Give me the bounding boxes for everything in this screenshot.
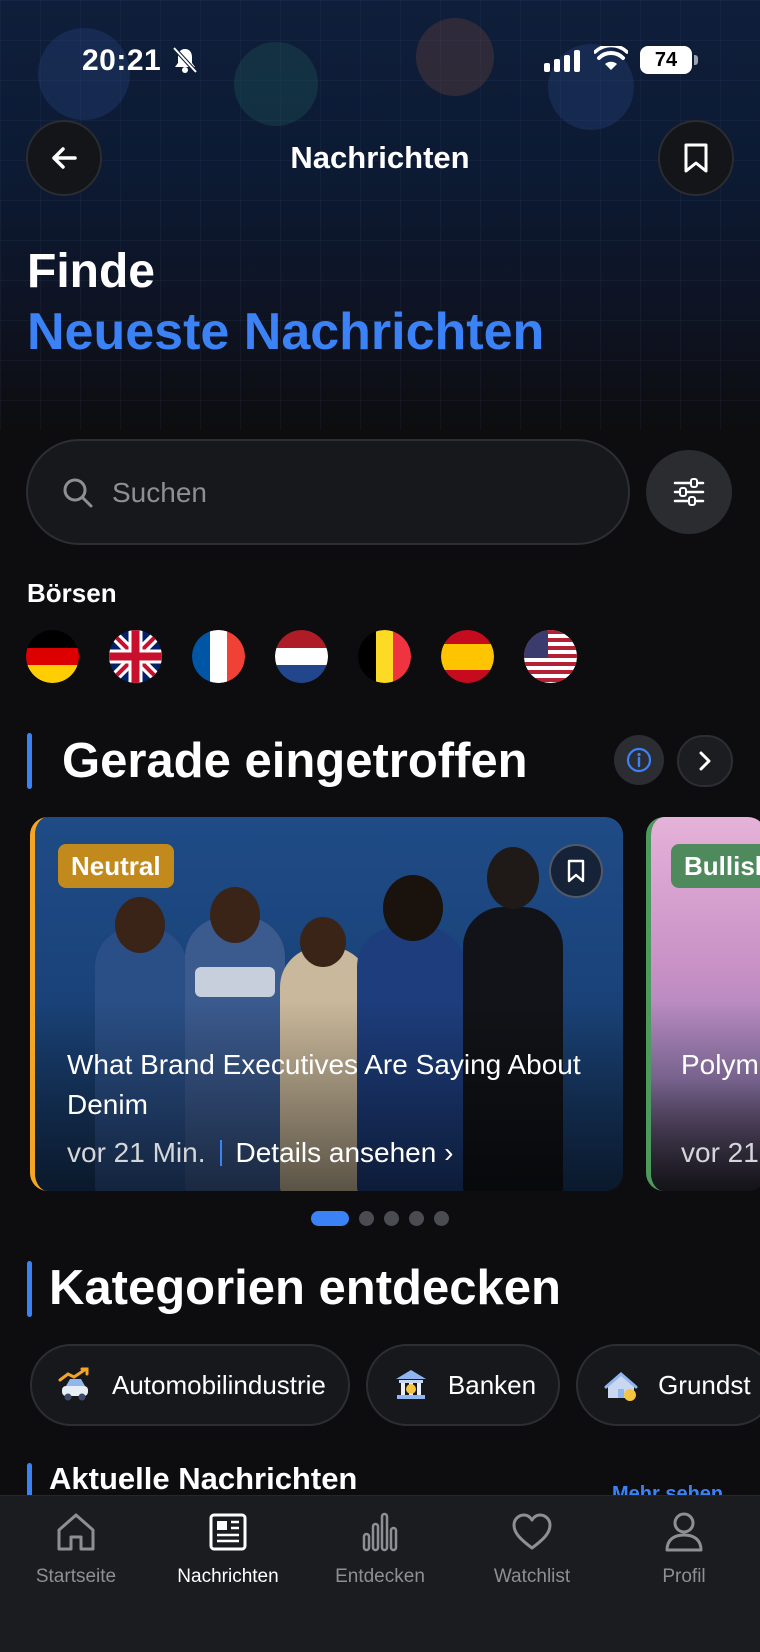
info-icon: [626, 747, 652, 773]
news-card-meta: vor 21 Min. Details ansehen ›: [67, 1137, 453, 1169]
category-chips: Automobilindustrie Banken Grundst: [30, 1344, 760, 1426]
news-card-meta: vor 21: [681, 1137, 759, 1169]
belgium-flag-icon[interactable]: [358, 630, 411, 683]
category-chip-label: Automobilindustrie: [112, 1369, 326, 1400]
sliders-icon: [673, 478, 705, 506]
sentiment-badge: Neutral: [58, 844, 174, 888]
section-accent-bar: [27, 1463, 32, 1499]
exchanges-title: Börsen: [27, 578, 117, 608]
bookmark-icon: [684, 143, 708, 173]
spain-flag-icon[interactable]: [441, 630, 494, 683]
property-icon: [602, 1366, 640, 1404]
page-dot[interactable]: [359, 1211, 374, 1226]
battery-indicator: 74: [640, 46, 698, 74]
news-card-title: What Brand Executives Are Saying About D…: [67, 1049, 581, 1120]
search-icon: [63, 478, 93, 508]
categories-title: Kategorien entdecken: [49, 1261, 561, 1315]
news-card[interactable]: Neutral What Brand Executives Are Saying…: [30, 817, 623, 1191]
search-input[interactable]: [112, 467, 592, 519]
germany-flag-icon[interactable]: [26, 630, 79, 683]
user-icon: [665, 1512, 703, 1552]
chevron-right-icon: [699, 751, 711, 771]
details-link[interactable]: Details ansehen ›: [236, 1137, 454, 1169]
section-accent-bar: [27, 1261, 32, 1317]
page-dot-active[interactable]: [311, 1211, 349, 1226]
category-chip-property[interactable]: Grundst: [576, 1344, 760, 1426]
bottom-tab-bar: Startseite Nachrichten Entdecken Watchli…: [0, 1495, 760, 1652]
tab-label: Watchlist: [493, 1566, 571, 1587]
carousel-pagination: [311, 1211, 449, 1226]
tab-label: Entdecken: [335, 1566, 425, 1587]
current-news-title: Aktuelle Nachrichten: [49, 1461, 358, 1496]
tab-label: Nachrichten: [177, 1566, 279, 1587]
tab-discover[interactable]: Entdecken: [304, 1510, 456, 1588]
bar-chart-icon: [362, 1512, 398, 1552]
hero-title-line2: Neueste Nachrichten: [27, 303, 545, 361]
search-bar[interactable]: [26, 439, 630, 545]
newspaper-icon: [209, 1513, 247, 1551]
news-card[interactable]: Bullish Polym… contro… vor 21: [646, 817, 760, 1191]
tab-label: Profil: [662, 1566, 706, 1587]
tab-label: Startseite: [35, 1566, 117, 1587]
tab-news[interactable]: Nachrichten: [152, 1510, 304, 1588]
hero-title-line1: Finde: [27, 245, 155, 298]
bookmark-icon: [567, 859, 585, 883]
status-time: 20:21: [82, 44, 162, 77]
home-icon: [57, 1513, 95, 1551]
card-bookmark-button[interactable]: [549, 844, 603, 898]
category-chip-label: Grundst: [658, 1369, 751, 1400]
news-card-age: vor 21: [681, 1137, 759, 1168]
page-dot[interactable]: [409, 1211, 424, 1226]
tab-watchlist[interactable]: Watchlist: [456, 1510, 608, 1588]
news-card-age: vor 21 Min.: [67, 1137, 206, 1168]
carousel-next-button[interactable]: [677, 735, 733, 787]
bell-muted-icon: [172, 46, 198, 74]
page-title: Nachrichten: [290, 140, 470, 175]
page-dot[interactable]: [434, 1211, 449, 1226]
sentiment-badge: Bullish: [671, 844, 760, 888]
status-bar: 20:21 74: [0, 40, 760, 84]
netherlands-flag-icon[interactable]: [275, 630, 328, 683]
tab-home[interactable]: Startseite: [0, 1510, 152, 1588]
category-chip-automotive[interactable]: Automobilindustrie: [30, 1344, 350, 1426]
page-dot[interactable]: [384, 1211, 399, 1226]
filter-button[interactable]: [646, 450, 732, 534]
just-arrived-title: Gerade eingetroffen: [62, 734, 528, 788]
uk-flag-icon[interactable]: [109, 630, 162, 683]
heart-icon: [512, 1513, 552, 1550]
tab-profile[interactable]: Profil: [608, 1510, 760, 1588]
section-accent-bar: [27, 733, 32, 789]
signal-icon: [544, 50, 580, 72]
exchange-flags: [26, 630, 577, 686]
category-chip-banks[interactable]: Banken: [365, 1344, 561, 1426]
wifi-icon: [594, 46, 628, 70]
france-flag-icon[interactable]: [192, 630, 245, 683]
bookmarks-button[interactable]: [658, 120, 734, 196]
car-icon: [56, 1366, 94, 1404]
usa-flag-icon[interactable]: [524, 630, 577, 683]
bank-icon: [392, 1366, 430, 1404]
category-chip-label: Banken: [447, 1369, 537, 1400]
info-button[interactable]: [614, 735, 664, 785]
news-card-title: Polym… contro…: [681, 1049, 760, 1080]
